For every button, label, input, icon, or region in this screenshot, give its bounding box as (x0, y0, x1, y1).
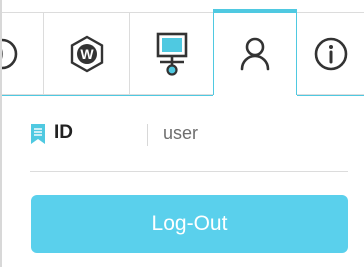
w-letter: W (80, 46, 94, 62)
network-monitor-icon (154, 32, 190, 76)
power-icon (2, 34, 22, 74)
user-info-panel: ID user Log-Out (2, 95, 364, 267)
panel-top-border (2, 95, 213, 96)
id-separator (147, 124, 148, 146)
panel-top-border-right (297, 95, 364, 96)
tab-info[interactable] (297, 13, 364, 95)
tab-w[interactable]: W (44, 13, 130, 95)
bookmark-icon (30, 123, 46, 150)
id-row: ID user (30, 121, 350, 147)
user-panel-window: W ID user Log-Out (0, 0, 364, 267)
user-icon (238, 35, 272, 73)
row-divider (30, 171, 348, 172)
tab-user[interactable] (213, 9, 297, 95)
id-label: ID (54, 122, 73, 143)
tab-power[interactable] (2, 13, 44, 95)
logout-button[interactable]: Log-Out (31, 195, 348, 253)
tab-bar: W (2, 9, 364, 96)
w-hexagon-icon: W (67, 34, 107, 74)
id-value: user (163, 123, 199, 143)
info-icon (313, 36, 349, 72)
tab-network[interactable] (130, 13, 214, 95)
